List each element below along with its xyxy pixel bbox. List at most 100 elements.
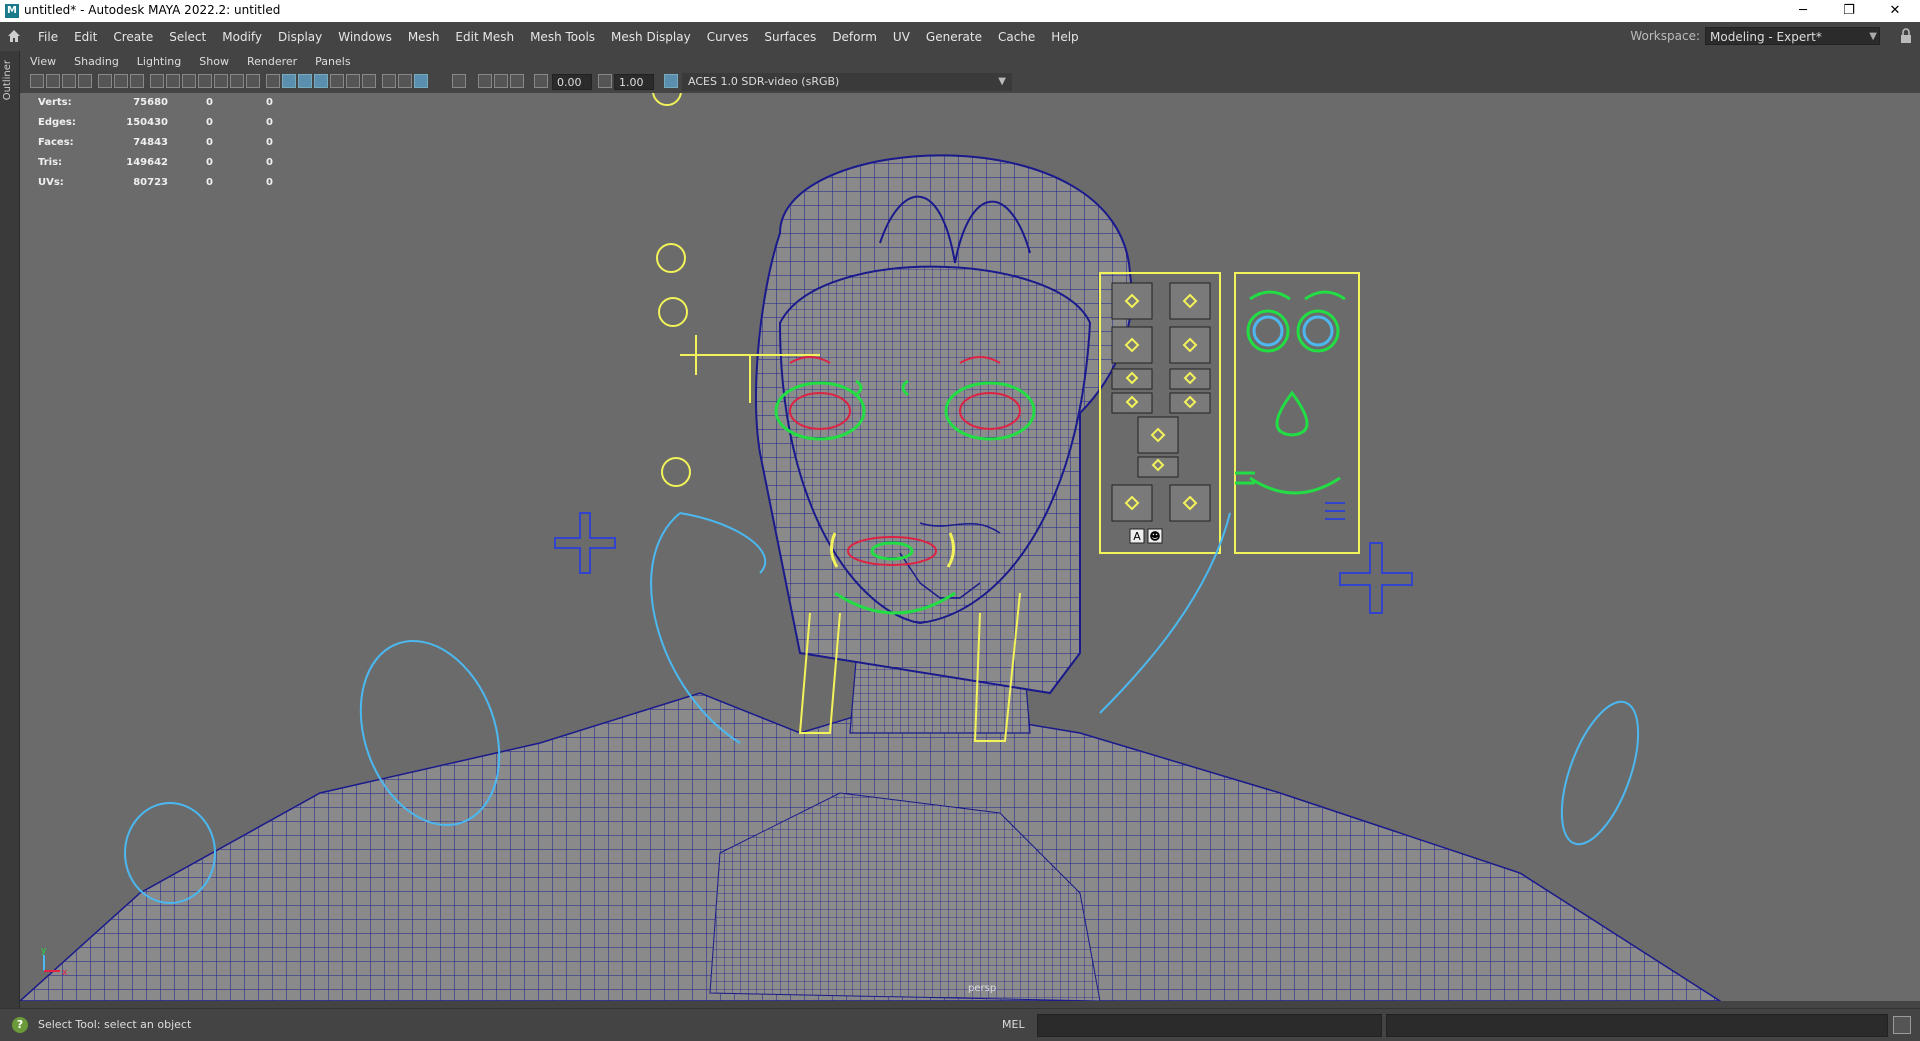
isolate-select-icon[interactable] <box>382 74 396 88</box>
gate-mask-icon[interactable] <box>198 74 212 88</box>
select-camera-icon[interactable] <box>30 74 44 88</box>
panel-menu-show[interactable]: Show <box>189 55 237 68</box>
help-icon[interactable]: ? <box>12 1017 28 1033</box>
gamma-field[interactable]: 1.00 <box>614 74 654 90</box>
menu-mesh-tools[interactable]: Mesh Tools <box>522 30 603 44</box>
xray-icon[interactable] <box>362 74 376 88</box>
chevron-down-icon: ▼ <box>998 76 1006 87</box>
use-all-lights-icon[interactable] <box>330 74 344 88</box>
camera-attributes-icon[interactable] <box>62 74 76 88</box>
menu-generate[interactable]: Generate <box>918 30 990 44</box>
safe-title-icon[interactable] <box>246 74 260 88</box>
restore-button[interactable]: ❐ <box>1826 0 1872 22</box>
lock-camera-icon[interactable] <box>46 74 60 88</box>
hud-value: 0 <box>266 97 273 108</box>
panel-menu-shading[interactable]: Shading <box>64 55 127 68</box>
left-dock-strip <box>0 51 20 1008</box>
hud-value: 149642 <box>126 157 168 168</box>
menu-surfaces[interactable]: Surfaces <box>756 30 824 44</box>
menu-create[interactable]: Create <box>105 30 161 44</box>
face-control-panel-right[interactable] <box>1234 272 1360 554</box>
outliner-tab[interactable]: Outliner <box>2 60 16 100</box>
field-chart-icon[interactable] <box>214 74 228 88</box>
panel-menu-lighting[interactable]: Lighting <box>127 55 189 68</box>
face-panel-button-a[interactable]: A <box>1133 530 1141 543</box>
grid-icon[interactable] <box>150 74 164 88</box>
workspace-dropdown[interactable]: Modeling - Expert* ▼ <box>1705 27 1880 45</box>
gamma-reset-icon[interactable] <box>598 74 612 88</box>
hud-value: 74843 <box>133 137 168 148</box>
home-icon[interactable] <box>6 28 22 44</box>
yellow-circle-controls[interactable] <box>652 93 691 487</box>
grease-pencil-icon[interactable] <box>130 74 144 88</box>
color-management-icon[interactable] <box>664 74 678 88</box>
status-bar: ? Select Tool: select an object MEL <box>0 1008 1920 1041</box>
shadows-icon[interactable] <box>346 74 360 88</box>
minimize-button[interactable]: ─ <box>1780 0 1826 22</box>
menu-deform[interactable]: Deform <box>824 30 885 44</box>
color-space-value: ACES 1.0 SDR-video (sRGB) <box>688 75 840 88</box>
exposure-reset-icon[interactable] <box>534 74 548 88</box>
hud-value: 0 <box>266 177 273 188</box>
two-d-pan-zoom-icon[interactable] <box>114 74 128 88</box>
menu-windows[interactable]: Windows <box>330 30 400 44</box>
viewport-scene: A ☻ x y <box>20 93 1722 1001</box>
hud-value: 0 <box>266 137 273 148</box>
ambient-occlusion-icon[interactable] <box>398 74 412 88</box>
color-space-dropdown[interactable]: ACES 1.0 SDR-video (sRGB) ▼ <box>682 73 1012 91</box>
panel-menu-renderer[interactable]: Renderer <box>237 55 305 68</box>
workspace-value: Modeling - Expert* <box>1710 30 1822 44</box>
smooth-shade-icon[interactable] <box>282 74 296 88</box>
script-editor-icon[interactable] <box>1893 1016 1911 1034</box>
panel-menu-view[interactable]: View <box>20 55 64 68</box>
textured-icon[interactable] <box>314 74 328 88</box>
gamma-icon[interactable] <box>494 74 508 88</box>
camera-label: persp <box>968 983 997 994</box>
menu-modify[interactable]: Modify <box>214 30 270 44</box>
workspace-label: Workspace: <box>1630 29 1700 43</box>
close-button[interactable]: ✕ <box>1872 0 1918 22</box>
safe-action-icon[interactable] <box>230 74 244 88</box>
film-gate-icon[interactable] <box>166 74 180 88</box>
mel-command-input[interactable] <box>1037 1014 1382 1037</box>
mel-label[interactable]: MEL <box>1002 1018 1025 1031</box>
image-plane-icon[interactable] <box>98 74 112 88</box>
hud-value: 0 <box>206 177 213 188</box>
hud-value: 0 <box>266 117 273 128</box>
hud-label: UVs: <box>38 177 64 188</box>
depth-of-field-icon[interactable] <box>452 74 466 88</box>
wireframe-icon[interactable] <box>266 74 280 88</box>
hud-value: 80723 <box>133 177 168 188</box>
antialiasing-icon[interactable] <box>414 74 428 88</box>
wireframe-on-shaded-icon[interactable] <box>298 74 312 88</box>
menu-mesh[interactable]: Mesh <box>400 30 448 44</box>
menu-display[interactable]: Display <box>270 30 330 44</box>
menu-uv[interactable]: UV <box>885 30 918 44</box>
hud-value: 0 <box>206 97 213 108</box>
hud-label: Edges: <box>38 117 76 128</box>
face-control-panel-left[interactable]: A ☻ <box>1099 272 1221 554</box>
menu-help[interactable]: Help <box>1043 30 1086 44</box>
menu-file[interactable]: File <box>30 30 66 44</box>
menu-edit-mesh[interactable]: Edit Mesh <box>447 30 522 44</box>
character-mesh[interactable] <box>20 154 1722 1001</box>
menu-edit[interactable]: Edit <box>66 30 105 44</box>
face-panel-button-b[interactable]: ☻ <box>1149 530 1160 543</box>
menu-select[interactable]: Select <box>161 30 214 44</box>
resolution-gate-icon[interactable] <box>182 74 196 88</box>
view-transform-icon[interactable] <box>510 74 524 88</box>
panel-menu-panels[interactable]: Panels <box>305 55 358 68</box>
menu-curves[interactable]: Curves <box>699 30 757 44</box>
menu-mesh-display[interactable]: Mesh Display <box>603 30 699 44</box>
exposure-icon[interactable] <box>478 74 492 88</box>
window-title: untitled* - Autodesk MAYA 2022.2: untitl… <box>24 3 281 17</box>
perspective-viewport[interactable]: A ☻ x y Verts: 75680 0 0 Edges: 150430 0… <box>20 93 1920 1001</box>
bookmarks-icon[interactable] <box>78 74 92 88</box>
panel-toolbar: 0.00 1.00 ACES 1.0 SDR-video (sRGB) ▼ <box>20 71 1920 94</box>
menu-cache[interactable]: Cache <box>990 30 1043 44</box>
exposure-field[interactable]: 0.00 <box>552 74 592 90</box>
maya-app-icon: M <box>5 4 19 18</box>
chevron-down-icon: ▼ <box>1869 31 1877 42</box>
lock-icon[interactable] <box>1900 28 1912 44</box>
command-result-field <box>1386 1014 1888 1037</box>
